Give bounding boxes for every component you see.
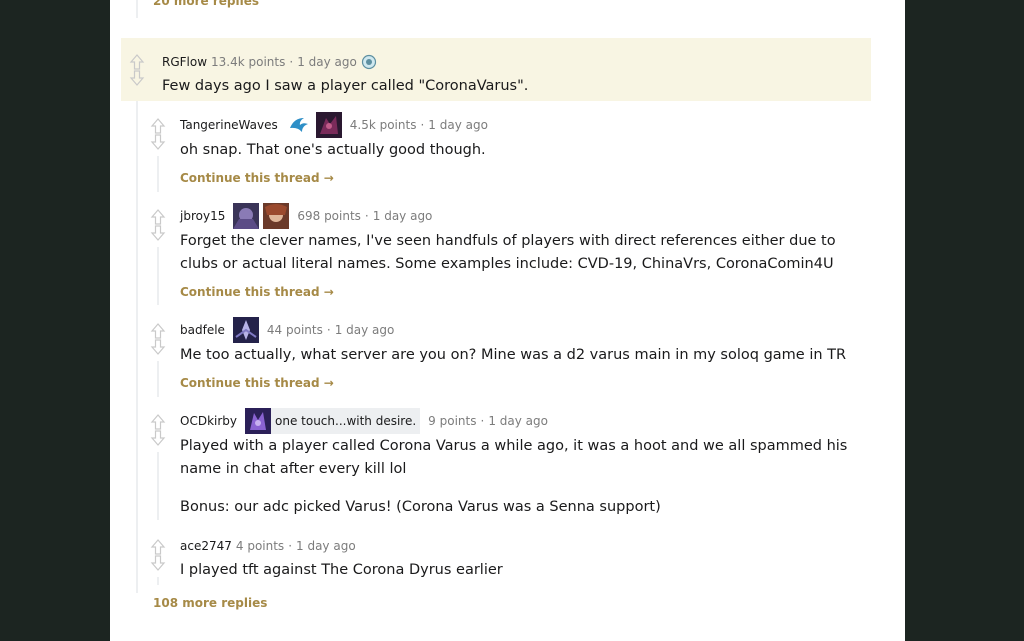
champion-flair-icon bbox=[263, 203, 290, 229]
thread-line[interactable] bbox=[157, 361, 159, 397]
separator-dot: · bbox=[364, 209, 369, 223]
vote-column bbox=[150, 414, 166, 446]
comment-meta: ace2747 4 points · 1 day ago bbox=[180, 539, 356, 553]
username-link[interactable]: RGFlow bbox=[162, 55, 207, 69]
downvote-icon[interactable] bbox=[150, 134, 166, 150]
user-flair bbox=[285, 112, 342, 138]
comment-meta: jbroy15 698 points · 1 day ago bbox=[180, 203, 432, 229]
downvote-icon[interactable] bbox=[150, 555, 166, 571]
vote-column bbox=[150, 209, 166, 241]
user-flair: one touch...with desire. bbox=[245, 408, 421, 434]
comment-meta: badfele 44 points · 1 day ago bbox=[180, 317, 394, 343]
thread-line[interactable] bbox=[157, 452, 159, 520]
timestamp[interactable]: 1 day ago bbox=[488, 414, 548, 428]
points-label: 13.4k points bbox=[211, 55, 286, 69]
champion-flair-icon bbox=[245, 408, 271, 434]
thread-line[interactable] bbox=[136, 101, 138, 593]
vote-column bbox=[150, 323, 166, 355]
continue-thread-link[interactable]: Continue this thread → bbox=[180, 171, 334, 185]
upvote-icon[interactable] bbox=[150, 323, 166, 339]
timestamp[interactable]: 1 day ago bbox=[335, 323, 395, 337]
comment-body: Few days ago I saw a player called "Coro… bbox=[162, 78, 529, 94]
separator-dot: · bbox=[420, 118, 425, 132]
downvote-icon[interactable] bbox=[150, 430, 166, 446]
downvote-icon[interactable] bbox=[150, 339, 166, 355]
comment-meta: RGFlow 13.4k points · 1 day ago bbox=[162, 54, 377, 70]
points-label: 9 points bbox=[428, 414, 477, 428]
team-liquid-flair-icon bbox=[285, 112, 312, 138]
vote-column bbox=[150, 539, 166, 571]
comment-body: I played tft against The Corona Dyrus ea… bbox=[180, 562, 503, 578]
username-link[interactable]: badfele bbox=[180, 323, 225, 337]
username-link[interactable]: TangerineWaves bbox=[180, 118, 278, 132]
user-flair bbox=[232, 317, 259, 343]
points-label: 698 points bbox=[297, 209, 361, 223]
upvote-icon[interactable] bbox=[150, 539, 166, 555]
user-flair bbox=[233, 203, 290, 229]
comment-meta: TangerineWaves 4.5k points · 1 day ago bbox=[180, 112, 488, 138]
champion-flair-icon bbox=[233, 203, 260, 229]
comment-body-paragraph: Bonus: our adc picked Varus! (Corona Var… bbox=[180, 499, 661, 515]
username-link[interactable]: ace2747 bbox=[180, 539, 232, 553]
thread-line[interactable] bbox=[157, 577, 159, 585]
thread-line[interactable] bbox=[157, 156, 159, 192]
separator-dot: · bbox=[289, 55, 294, 69]
downvote-icon[interactable] bbox=[150, 225, 166, 241]
upvote-icon[interactable] bbox=[150, 118, 166, 134]
points-label: 4 points bbox=[235, 539, 285, 553]
thread-line[interactable] bbox=[136, 0, 138, 18]
more-replies-link[interactable]: 108 more replies bbox=[153, 596, 267, 610]
thread-line[interactable] bbox=[157, 247, 159, 305]
vote-column bbox=[150, 118, 166, 150]
comments-panel: 20 more replies RGFlow 13.4k points · 1 … bbox=[110, 0, 905, 641]
continue-thread-link[interactable]: Continue this thread → bbox=[180, 376, 334, 390]
timestamp[interactable]: 1 day ago bbox=[297, 55, 357, 69]
champion-flair-icon bbox=[315, 112, 342, 138]
comment-meta: OCDkirby one touch...with desire. 9 poin… bbox=[180, 408, 548, 434]
downvote-icon[interactable] bbox=[129, 70, 145, 86]
points-label: 4.5k points bbox=[349, 118, 417, 132]
upvote-icon[interactable] bbox=[129, 54, 145, 70]
award-icon[interactable] bbox=[361, 54, 377, 70]
comment-body: Me too actually, what server are you on?… bbox=[180, 347, 847, 363]
timestamp[interactable]: 1 day ago bbox=[296, 539, 356, 553]
separator-dot: · bbox=[326, 323, 331, 337]
separator-dot: · bbox=[480, 414, 485, 428]
upvote-icon[interactable] bbox=[150, 209, 166, 225]
username-link[interactable]: OCDkirby bbox=[180, 414, 237, 428]
timestamp[interactable]: 1 day ago bbox=[428, 118, 488, 132]
points-label: 44 points bbox=[266, 323, 323, 337]
champion-flair-icon bbox=[232, 317, 259, 343]
upvote-icon[interactable] bbox=[150, 414, 166, 430]
vote-column bbox=[129, 54, 145, 86]
flair-text: one touch...with desire. bbox=[275, 414, 417, 428]
more-replies-link[interactable]: 20 more replies bbox=[153, 0, 259, 8]
username-link[interactable]: jbroy15 bbox=[180, 209, 225, 223]
timestamp[interactable]: 1 day ago bbox=[373, 209, 433, 223]
comment-body: Played with a player called Corona Varus… bbox=[180, 438, 848, 477]
comment-body: Forget the clever names, I've seen handf… bbox=[180, 233, 836, 272]
continue-thread-link[interactable]: Continue this thread → bbox=[180, 285, 334, 299]
comment-body: oh snap. That one's actually good though… bbox=[180, 142, 486, 158]
separator-dot: · bbox=[288, 539, 293, 553]
